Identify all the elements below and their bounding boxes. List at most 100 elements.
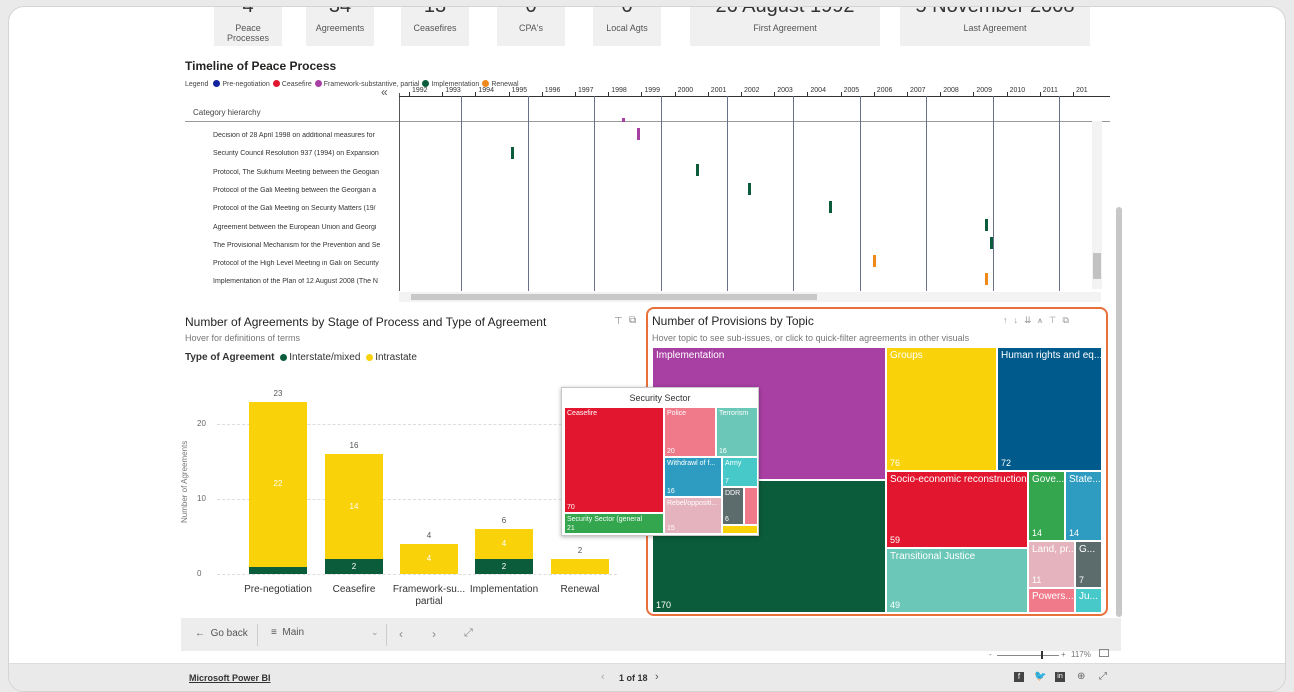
timeline-vscroll[interactable] bbox=[1092, 121, 1102, 289]
footer: Microsoft Power BI ‹ 1 of 18 › f 🐦 in ⊕ … bbox=[9, 663, 1285, 691]
bar-segment-label: 14 bbox=[349, 501, 359, 511]
tooltip-tile-label: DDR bbox=[725, 490, 741, 497]
year-label: 2002 bbox=[744, 87, 760, 94]
drill-up-icon[interactable]: ↑ bbox=[1003, 315, 1008, 325]
tooltip-tile: Ceasefire 70 bbox=[564, 407, 664, 513]
timeline-marker[interactable] bbox=[873, 255, 876, 267]
timeline-marker[interactable] bbox=[990, 237, 993, 249]
expand-icon[interactable]: ⤢ bbox=[1099, 671, 1107, 682]
chevron-right-icon[interactable]: › bbox=[432, 627, 436, 641]
timeline-row-label[interactable]: Protocol of the High Level Meeting in Ga… bbox=[213, 260, 403, 267]
treemap-tile[interactable]: Gove... 14 bbox=[1028, 471, 1065, 541]
go-back-button[interactable]: ← Go back bbox=[195, 628, 248, 639]
treemap-tile-label: G... bbox=[1079, 544, 1096, 555]
timeline-row-label[interactable]: Protocol of the Gali Meeting on Security… bbox=[213, 205, 403, 212]
tooltip-tile-count: 7 bbox=[725, 478, 729, 485]
year-label: 2003 bbox=[777, 87, 793, 94]
zoom-out-button[interactable]: - bbox=[989, 650, 992, 659]
treemap-tile[interactable]: Powers... bbox=[1028, 588, 1075, 613]
filter-icon[interactable]: ⊤ bbox=[614, 316, 623, 327]
expand-icon[interactable]: ⤢ bbox=[464, 627, 473, 640]
timeline-marker[interactable] bbox=[985, 273, 988, 285]
tooltip-tile: DDR 6 bbox=[722, 487, 744, 525]
chevron-left-icon[interactable]: ‹ bbox=[399, 627, 403, 641]
timeline-hscroll[interactable] bbox=[399, 292, 1101, 302]
treemap-tile[interactable]: G... 7 bbox=[1075, 541, 1102, 588]
treemap-tile[interactable]: Groups 76 bbox=[886, 347, 997, 471]
page-dropdown-label: Main bbox=[282, 627, 305, 638]
timeline-marker[interactable] bbox=[511, 147, 514, 159]
timeline-hscroll-thumb[interactable] bbox=[411, 294, 817, 300]
twitter-icon[interactable]: 🐦 bbox=[1034, 671, 1046, 682]
timeline-row-label[interactable]: Decision of 28 April 1998 on additional … bbox=[213, 132, 403, 139]
timeline-marker[interactable] bbox=[637, 128, 640, 140]
bar-segment-intrastate[interactable] bbox=[551, 559, 609, 574]
year-label: 2006 bbox=[876, 87, 893, 94]
tooltip-tile bbox=[744, 487, 758, 525]
expand-next-icon[interactable]: ⩚ bbox=[1038, 315, 1043, 325]
focus-mode-icon[interactable]: ⧉ bbox=[1062, 315, 1068, 325]
facebook-icon[interactable]: f bbox=[1014, 672, 1024, 682]
treemap-tile-count: 7 bbox=[1079, 575, 1085, 585]
chevron-right-icon[interactable]: › bbox=[655, 671, 659, 683]
tooltip-tile: Rebel/oppositi... 15 bbox=[664, 497, 722, 534]
treemap-tile[interactable]: Human rights and eq... 72 bbox=[997, 347, 1102, 471]
legend-item-label: Framework-substantive, partial bbox=[323, 81, 420, 88]
timeline-marker[interactable] bbox=[696, 164, 699, 176]
timeline-marker[interactable] bbox=[829, 201, 832, 213]
timeline-row-label[interactable]: Implementation of the Plan of 12 August … bbox=[213, 278, 403, 285]
treemap-tile[interactable]: Ju... bbox=[1075, 588, 1102, 613]
kpi-card: 26 August 1992 First Agreement bbox=[690, 7, 880, 46]
zoom-in-button[interactable]: + bbox=[1061, 650, 1066, 659]
focus-mode-icon[interactable]: ⧉ bbox=[629, 315, 636, 326]
fit-page-icon[interactable] bbox=[1099, 649, 1109, 657]
linkedin-icon[interactable]: in bbox=[1055, 672, 1065, 682]
legend-item-label: Pre-negotiation bbox=[222, 81, 270, 88]
legend-dot bbox=[482, 80, 490, 87]
treemap-tile-label: Powers... bbox=[1032, 591, 1074, 602]
timeline-row-label[interactable]: Protocol of the Gali Meeting between the… bbox=[213, 187, 403, 194]
filter-icon[interactable]: ⊤ bbox=[1049, 315, 1057, 325]
treemap-tile[interactable]: Socio-economic reconstruction 59 bbox=[886, 471, 1028, 548]
timeline-marker[interactable] bbox=[985, 219, 988, 231]
kpi-card: 0 Local Agts bbox=[593, 7, 661, 46]
treemap-tile-label: Groups bbox=[890, 350, 923, 361]
treemap-tile[interactable]: Transitional Justice 49 bbox=[886, 548, 1028, 613]
year-label: 2011 bbox=[1042, 87, 1058, 94]
treemap-tile[interactable]: State... 14 bbox=[1065, 471, 1102, 541]
year-label: 2008 bbox=[943, 87, 959, 94]
zoom-slider-thumb[interactable] bbox=[1041, 651, 1043, 659]
timeline-row-label[interactable]: Security Council Resolution 937 (1994) o… bbox=[213, 150, 403, 157]
bar-segment-interstate[interactable] bbox=[249, 566, 307, 574]
treemap-tile-count: 72 bbox=[1001, 458, 1012, 468]
treemap-tile[interactable]: Land, pr... 11 bbox=[1028, 541, 1075, 588]
year-label: 1992 bbox=[412, 87, 428, 94]
legend-dot bbox=[272, 80, 280, 87]
year-tick bbox=[973, 92, 975, 97]
page-scrollbar[interactable] bbox=[1116, 207, 1122, 617]
tooltip-tile-label: Terrorism bbox=[719, 410, 749, 417]
double-chevron-left-icon[interactable]: « bbox=[381, 85, 388, 99]
year-tick bbox=[1039, 92, 1041, 97]
timeline-vscroll-thumb[interactable] bbox=[1093, 253, 1101, 279]
timeline-row-label[interactable]: Protocol, The Sukhumi Meeting between th… bbox=[213, 169, 403, 176]
timeline-marker[interactable] bbox=[748, 183, 751, 195]
page-dropdown[interactable]: ≡ Main ⌄ bbox=[271, 627, 381, 638]
zoom-slider[interactable] bbox=[997, 655, 1059, 656]
legend-dot bbox=[314, 80, 322, 87]
kpi-label: First Agreement bbox=[753, 23, 817, 33]
tooltip-tile-label: Security Sector (general bbox=[567, 516, 643, 523]
expand-all-icon[interactable]: ⇊ bbox=[1024, 315, 1032, 325]
bar-total-label: 6 bbox=[501, 516, 507, 525]
power-bi-link[interactable]: Microsoft Power BI bbox=[189, 673, 271, 683]
chevron-left-icon[interactable]: ‹ bbox=[601, 671, 605, 683]
timeline-row-label[interactable]: Agreement between the European Union and… bbox=[213, 224, 403, 231]
legend-interstate: Interstate/mixed bbox=[289, 352, 361, 363]
year-label: 1996 bbox=[544, 87, 561, 94]
nav-divider bbox=[257, 624, 258, 646]
share-icon[interactable]: ⊕ bbox=[1077, 671, 1085, 682]
timeline-row-label[interactable]: The Provisional Mechanism for the Preven… bbox=[213, 242, 403, 249]
timeline-marker[interactable] bbox=[622, 118, 625, 122]
treemap-tile-label: Transitional Justice bbox=[890, 551, 976, 562]
drill-down-icon[interactable]: ↓ bbox=[1014, 315, 1019, 325]
